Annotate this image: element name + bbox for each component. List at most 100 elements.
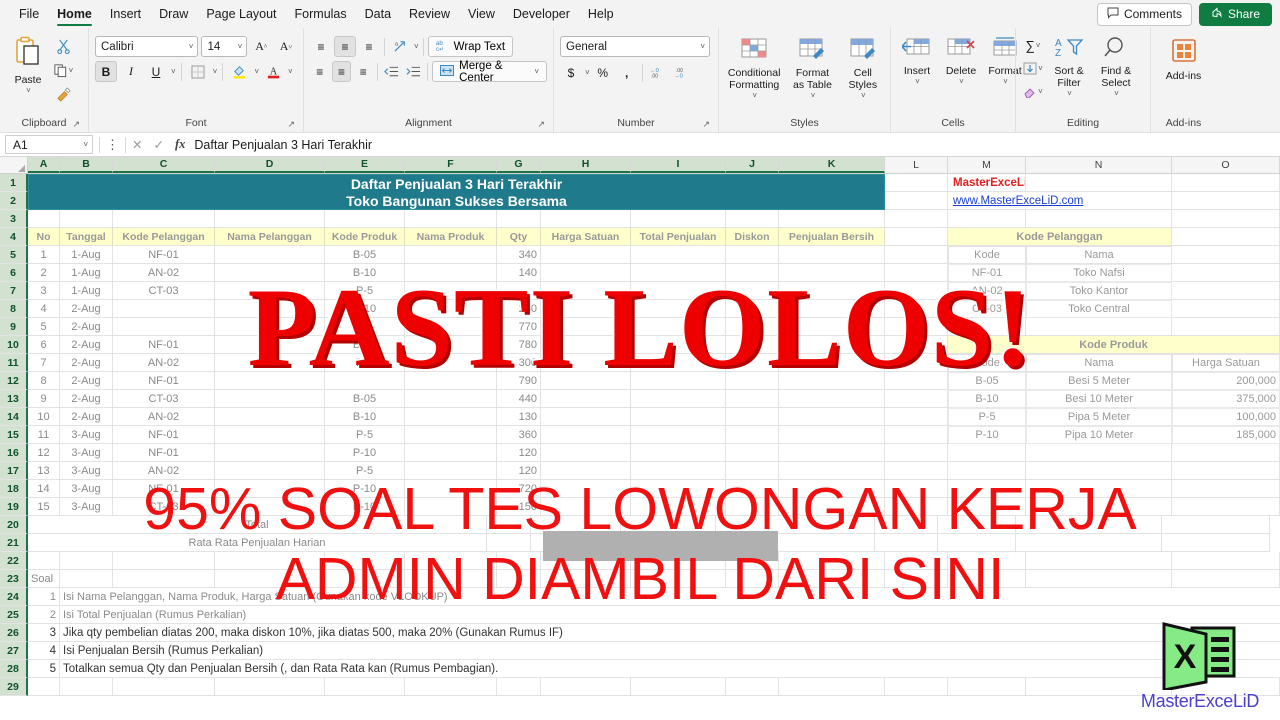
column-header-a[interactable]: A [28, 157, 60, 173]
font-color-icon[interactable]: A [262, 61, 284, 82]
orientation-chevron-down-icon[interactable]: ˅ [414, 42, 419, 51]
cell-penjualan-bersih[interactable] [779, 480, 885, 498]
cell-penjualan-bersih[interactable] [779, 498, 885, 516]
paste-button[interactable]: Paste ˅ [6, 34, 50, 97]
column-header-g[interactable]: G [497, 157, 541, 173]
cell-qty[interactable]: 150 [497, 498, 541, 516]
cell-no[interactable]: 5 [28, 318, 60, 336]
customer-lookup-kode[interactable]: CT-03 [948, 300, 1026, 318]
product-lookup-kode[interactable]: P-5 [948, 408, 1026, 426]
cell-penjualan-bersih[interactable] [779, 318, 885, 336]
cell-total[interactable] [631, 282, 726, 300]
cell-nama-produk[interactable] [405, 480, 497, 498]
product-lookup-kode[interactable]: B-05 [948, 372, 1026, 390]
row-header-4[interactable]: 4 [0, 228, 28, 246]
cell-penjualan-bersih[interactable] [779, 354, 885, 372]
cell-total[interactable] [631, 426, 726, 444]
percent-format-icon[interactable]: % [592, 62, 614, 83]
wrap-text-button[interactable]: ab c↵ Wrap Text [427, 36, 514, 57]
cell-diskon[interactable] [726, 282, 779, 300]
format-painter-icon[interactable] [52, 84, 74, 105]
cell-diskon[interactable] [726, 300, 779, 318]
clipboard-dialog-launcher-icon[interactable]: ↗ [72, 119, 80, 130]
cell-diskon[interactable] [726, 264, 779, 282]
cell-styles-chevron-down-icon[interactable]: ˅ [861, 91, 866, 100]
cell-kode-pelanggan[interactable]: NF-01 [113, 336, 215, 354]
cell-harga-satuan[interactable] [541, 498, 631, 516]
cell-nama-produk[interactable] [405, 390, 497, 408]
column-header-h[interactable]: H [541, 157, 631, 173]
align-left-icon[interactable]: ≡ [310, 61, 330, 82]
merge-and-center-button[interactable]: Merge & Center ˅ [432, 60, 548, 84]
cell-kode-pelanggan[interactable]: NF-01 [113, 480, 215, 498]
row-header-6[interactable]: 6 [0, 264, 28, 282]
cell-qty[interactable]: 130 [497, 408, 541, 426]
cell-harga-satuan[interactable] [541, 444, 631, 462]
cell-penjualan-bersih[interactable] [779, 390, 885, 408]
cell-kode-pelanggan[interactable] [113, 300, 215, 318]
increase-decimal-icon[interactable]: ←0.00 [647, 62, 669, 83]
cell-kode-pelanggan[interactable] [113, 318, 215, 336]
cell-penjualan-bersih[interactable] [779, 372, 885, 390]
soal-item-number[interactable]: 1 [28, 588, 60, 606]
insert-cells-button[interactable]: Insert ˅ [897, 34, 937, 88]
cell-total[interactable] [631, 246, 726, 264]
cell-tanggal[interactable]: 2-Aug [60, 372, 113, 390]
customer-lookup-nama[interactable]: Toko Kantor [1026, 282, 1172, 300]
merge-chevron-down-icon[interactable]: ˅ [534, 67, 539, 76]
cell-penjualan-bersih[interactable] [779, 462, 885, 480]
menu-item-file[interactable]: File [10, 3, 48, 25]
cell-no[interactable]: 10 [28, 408, 60, 426]
cell-diskon[interactable] [726, 426, 779, 444]
cell-total[interactable] [631, 318, 726, 336]
product-lookup-harga[interactable]: 185,000 [1172, 426, 1280, 444]
insert-chevron-down-icon[interactable]: ˅ [915, 77, 920, 86]
row-header-24[interactable]: 24 [0, 588, 28, 606]
cell-nama-pelanggan[interactable] [215, 282, 325, 300]
cell-nama-pelanggan[interactable] [215, 264, 325, 282]
cell-diskon[interactable] [726, 480, 779, 498]
comma-style-icon[interactable]: , [616, 62, 638, 83]
customer-lookup-nama[interactable]: Toko Central [1026, 300, 1172, 318]
cell-no[interactable]: 12 [28, 444, 60, 462]
menu-item-developer[interactable]: Developer [504, 3, 579, 25]
cell-no[interactable]: 2 [28, 264, 60, 282]
cell-nama-produk[interactable] [405, 408, 497, 426]
cell-nama-pelanggan[interactable] [215, 444, 325, 462]
cell-tanggal[interactable]: 2-Aug [60, 300, 113, 318]
name-box-chevron-down-icon[interactable]: ˅ [83, 140, 88, 149]
copy-icon[interactable]: ˅ [52, 60, 74, 81]
cell-no[interactable]: 9 [28, 390, 60, 408]
row-header-5[interactable]: 5 [0, 246, 28, 264]
cut-icon[interactable] [52, 36, 74, 57]
cell-no[interactable]: 8 [28, 372, 60, 390]
column-header-o[interactable]: O [1172, 157, 1280, 173]
row-header-11[interactable]: 11 [0, 354, 28, 372]
borders-icon[interactable] [187, 61, 209, 82]
column-header-j[interactable]: J [726, 157, 779, 173]
cell-tanggal[interactable]: 2-Aug [60, 336, 113, 354]
cell-kode-produk[interactable]: P-10 [325, 480, 405, 498]
row-header-12[interactable]: 12 [0, 372, 28, 390]
sort-and-filter-button[interactable]: AZ Sort & Filter ˅ [1047, 34, 1091, 100]
row-header-27[interactable]: 27 [0, 642, 28, 660]
cell-total[interactable] [631, 300, 726, 318]
product-lookup-nama[interactable]: Besi 5 Meter [1026, 372, 1172, 390]
decrease-indent-icon[interactable] [382, 61, 402, 82]
cell-kode-produk[interactable]: P-5 [325, 462, 405, 480]
row-header-16[interactable]: 16 [0, 444, 28, 462]
clear-icon[interactable]: ˅ [1022, 81, 1044, 102]
row-header-3[interactable]: 3 [0, 210, 28, 228]
row-header-1[interactable]: 1 [0, 174, 28, 192]
customer-lookup-kode[interactable]: AN-02 [948, 282, 1026, 300]
cell-diskon[interactable] [726, 246, 779, 264]
cell-nama-produk[interactable] [405, 246, 497, 264]
cell-harga-satuan[interactable] [541, 264, 631, 282]
row-header-8[interactable]: 8 [0, 300, 28, 318]
soal-item-number[interactable]: 2 [28, 606, 60, 624]
menu-item-data[interactable]: Data [356, 3, 400, 25]
cell-kode-produk[interactable]: B-05 [325, 246, 405, 264]
align-right-icon[interactable]: ≡ [353, 61, 373, 82]
cell-nama-pelanggan[interactable] [215, 246, 325, 264]
align-middle-icon[interactable]: ≡ [334, 36, 356, 57]
